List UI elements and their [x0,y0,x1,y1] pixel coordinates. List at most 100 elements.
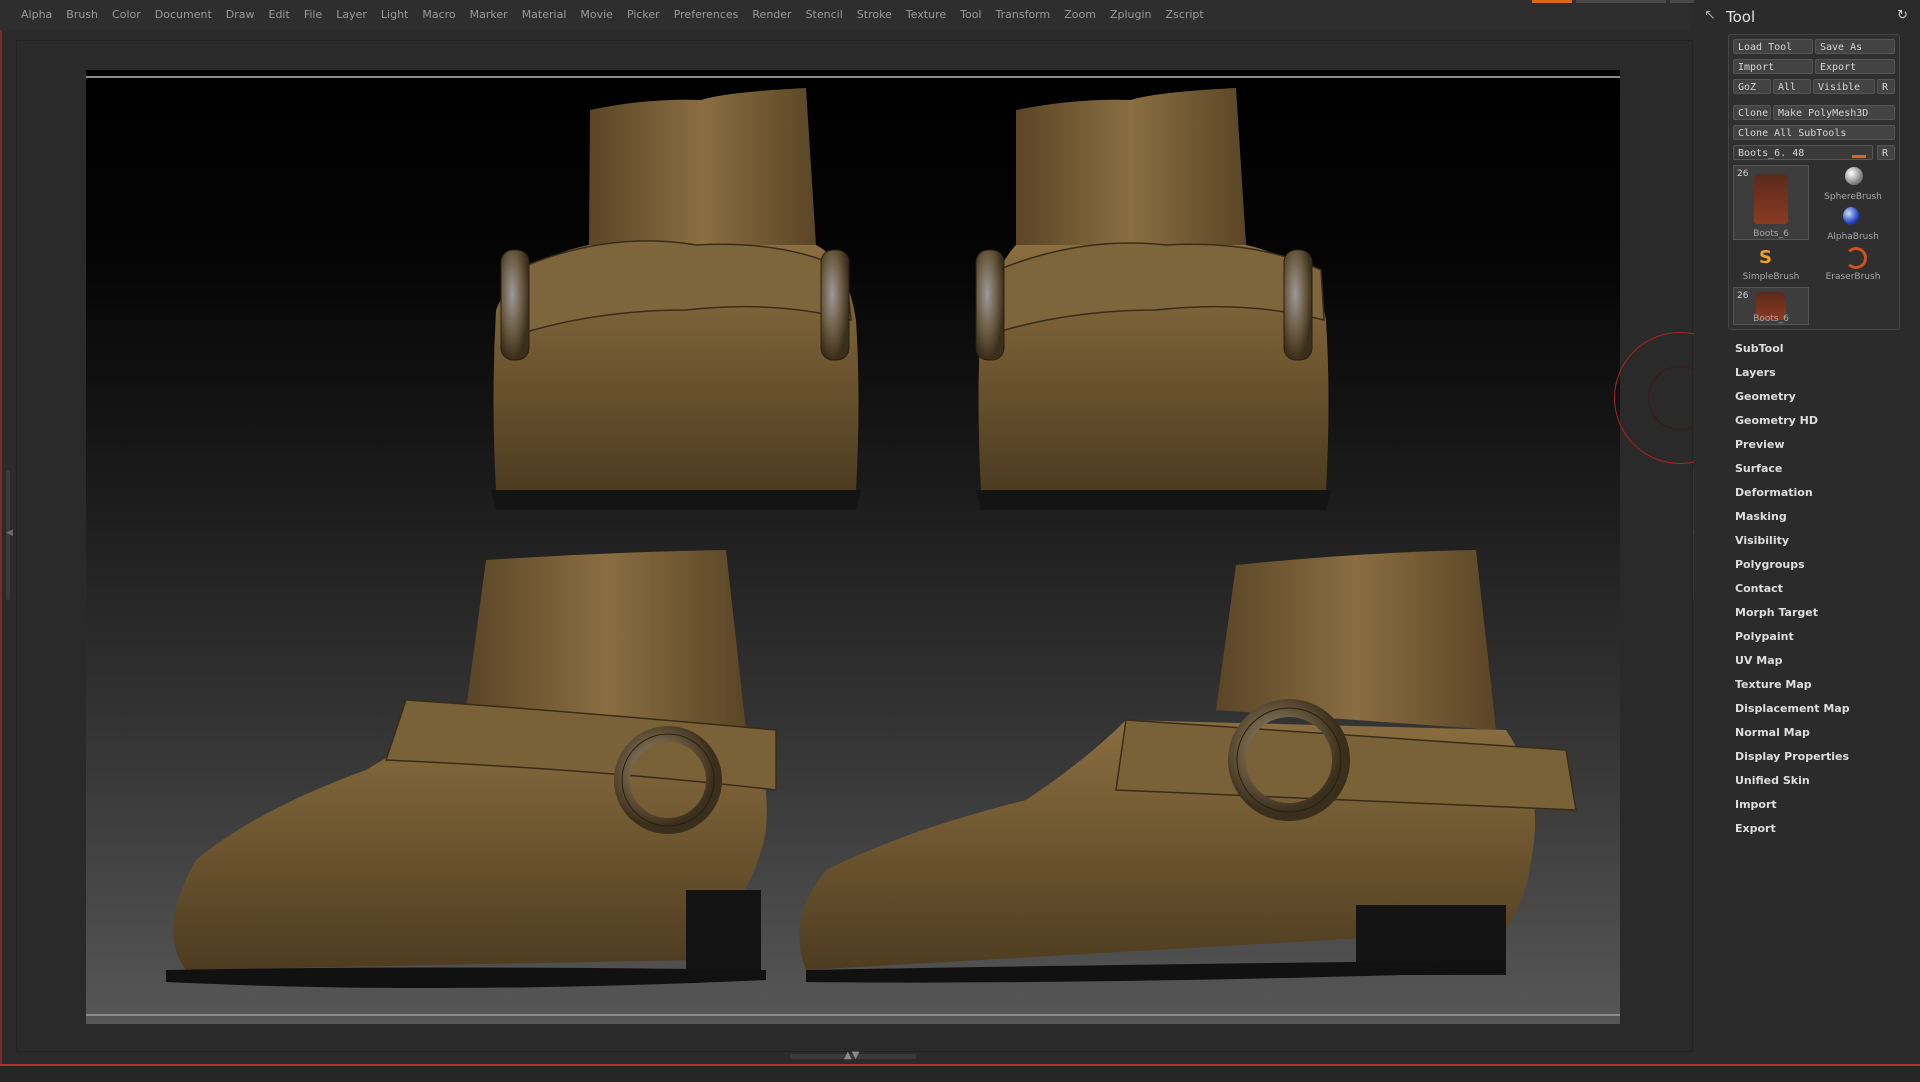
menu-tool[interactable]: Tool [953,8,988,21]
boot-side-view-right [799,550,1577,983]
section-geometry-hd[interactable]: Geometry HD [1735,414,1818,427]
menu-transform[interactable]: Transform [989,8,1058,21]
slider-r-button[interactable]: R [1877,145,1895,160]
r-button[interactable]: R [1877,79,1895,94]
section-morph-target[interactable]: Morph Target [1735,606,1818,619]
section-uv-map[interactable]: UV Map [1735,654,1783,667]
tool-thumb-boots[interactable]: 26 Boots_6 [1733,165,1809,240]
document-viewport[interactable] [86,70,1620,1024]
boot-side-view-left [166,550,777,989]
menu-file[interactable]: File [297,8,329,21]
load-tool-button[interactable]: Load Tool [1733,39,1813,54]
menu-stencil[interactable]: Stencil [799,8,850,21]
tool-palette: ↖ Tool ↻ Load Tool Save As Import Export… [1694,0,1920,1064]
tool-thumb-simplebrush[interactable]: S SimpleBrush [1733,245,1809,282]
tool-thumb-spherebrush[interactable]: SphereBrush [1815,165,1891,202]
tool-thumb-label: SimpleBrush [1742,272,1800,282]
menu-items: Alpha Brush Color Document Draw Edit Fil… [14,8,1211,21]
section-subtool[interactable]: SubTool [1735,342,1784,355]
menu-brush[interactable]: Brush [59,8,105,21]
tool-thumb-label: EraserBrush [1825,272,1881,282]
tool-slider[interactable]: Boots_6. 48 [1733,145,1873,160]
menu-zplugin[interactable]: Zplugin [1103,8,1159,21]
menu-render[interactable]: Render [745,8,798,21]
tool-thumb-label: Boots_6 [1753,314,1789,324]
section-polypaint[interactable]: Polypaint [1735,630,1794,643]
section-import[interactable]: Import [1735,798,1777,811]
menu-texture[interactable]: Texture [899,8,953,21]
simple-brush-icon: S [1759,247,1772,268]
menu-macro[interactable]: Macro [415,8,462,21]
menu-bar: Alpha Brush Color Document Draw Edit Fil… [0,0,1690,30]
section-polygroups[interactable]: Polygroups [1735,558,1805,571]
sphere-brush-icon [1845,167,1863,185]
tool-palette-title: Tool [1726,8,1756,26]
tool-slider-knob[interactable] [1852,155,1866,158]
tool-thumb-alphabrush[interactable]: AlphaBrush [1815,205,1891,242]
export-button[interactable]: Export [1815,59,1895,74]
visible-button[interactable]: Visible [1813,79,1875,94]
clone-button[interactable]: Clone [1733,105,1771,120]
menu-color[interactable]: Color [105,8,148,21]
tool-slider-value: 48 [1792,148,1805,159]
menu-light[interactable]: Light [374,8,415,21]
tool-palette-header: ↖ Tool ↻ [1704,6,1914,28]
active-tab-indicator [1532,0,1572,3]
clone-all-subtools-button[interactable]: Clone All SubTools [1733,125,1895,140]
boot-front-view-left [491,88,861,510]
tool-slider-label: Boots_6. [1738,148,1787,159]
section-geometry[interactable]: Geometry [1735,390,1796,403]
tool-thumb-label: SphereBrush [1824,192,1882,202]
alpha-brush-icon [1843,207,1859,225]
menu-draw[interactable]: Draw [219,8,262,21]
boot-front-view-right [975,88,1331,510]
section-contact[interactable]: Contact [1735,582,1783,595]
section-display-properties[interactable]: Display Properties [1735,750,1849,763]
save-as-button[interactable]: Save As [1815,39,1895,54]
menu-picker[interactable]: Picker [620,8,667,21]
section-visibility[interactable]: Visibility [1735,534,1789,547]
section-texture-map[interactable]: Texture Map [1735,678,1812,691]
menu-marker[interactable]: Marker [463,8,515,21]
menu-zoom[interactable]: Zoom [1057,8,1103,21]
section-unified-skin[interactable]: Unified Skin [1735,774,1810,787]
tool-thumb-boots-2[interactable]: 26 Boots_6 [1733,287,1809,325]
make-polymesh3d-button[interactable]: Make PolyMesh3D [1773,105,1895,120]
left-tray-arrow-icon[interactable]: ◀ [6,528,13,538]
boot-icon [1754,174,1788,224]
section-layers[interactable]: Layers [1735,366,1776,379]
tool-buttons-box: Load Tool Save As Import Export GoZ All … [1728,34,1900,330]
tool-thumb-eraserbrush[interactable]: EraserBrush [1815,245,1891,282]
status-bar [0,1064,1920,1082]
tool-thumb-label: AlphaBrush [1827,232,1879,242]
import-button[interactable]: Import [1733,59,1813,74]
menu-edit[interactable]: Edit [262,8,297,21]
menu-stroke[interactable]: Stroke [850,8,899,21]
menu-layer[interactable]: Layer [329,8,374,21]
tool-thumb-label: Boots_6 [1753,229,1789,239]
section-preview[interactable]: Preview [1735,438,1785,451]
section-masking[interactable]: Masking [1735,510,1787,523]
menu-zscript[interactable]: Zscript [1159,8,1211,21]
menu-document[interactable]: Document [148,8,219,21]
top-tab[interactable] [1576,0,1666,3]
eraser-brush-icon [1845,247,1867,269]
left-edge [0,30,2,1065]
refresh-icon[interactable]: ↻ [1897,8,1908,23]
menu-material[interactable]: Material [515,8,574,21]
section-deformation[interactable]: Deformation [1735,486,1813,499]
section-surface[interactable]: Surface [1735,462,1782,475]
menu-movie[interactable]: Movie [573,8,620,21]
goz-button[interactable]: GoZ [1733,79,1771,94]
boots-render [166,88,1577,989]
menu-alpha[interactable]: Alpha [14,8,59,21]
section-normal-map[interactable]: Normal Map [1735,726,1810,739]
section-displacement-map[interactable]: Displacement Map [1735,702,1850,715]
tool-thumb-count: 26 [1737,291,1749,301]
all-button[interactable]: All [1773,79,1811,94]
menu-preferences[interactable]: Preferences [667,8,746,21]
tool-thumb-count: 26 [1737,169,1749,179]
section-export[interactable]: Export [1735,822,1776,835]
pin-icon[interactable]: ↖ [1704,7,1716,23]
bottom-tray-arrow-icon[interactable]: ▲▼ [844,1050,859,1061]
